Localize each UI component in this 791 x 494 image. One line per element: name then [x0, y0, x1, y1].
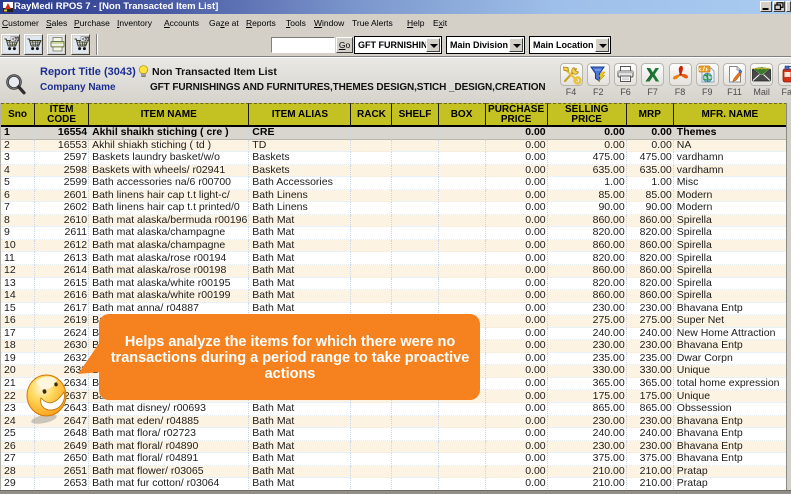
svg-text:transactions during a period r: transactions during a period range to ta… — [111, 350, 470, 366]
svg-text:actions: actions — [265, 366, 316, 382]
svg-text:Helps analyze the items for wh: Helps analyze the items for which there … — [125, 334, 456, 350]
